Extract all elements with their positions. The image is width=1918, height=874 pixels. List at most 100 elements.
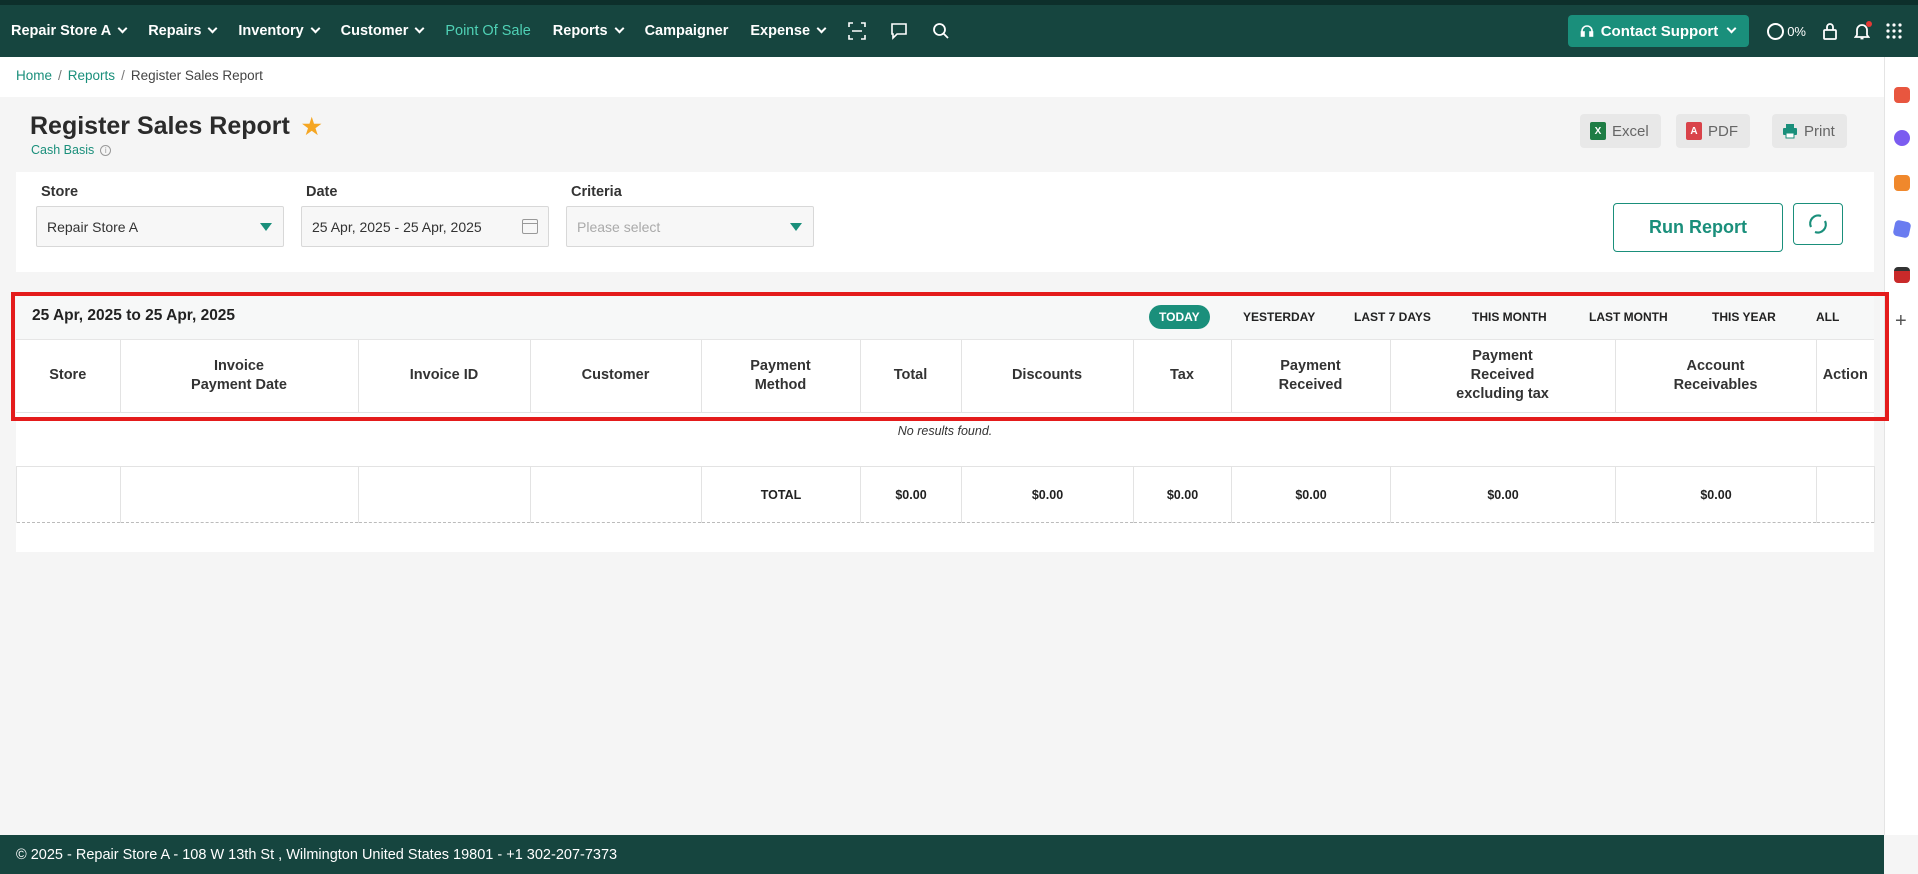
nav-repairs[interactable]: Repairs <box>148 23 218 39</box>
nav-label: Repair Store A <box>11 23 112 39</box>
nav-reports[interactable]: Reports <box>553 23 625 39</box>
top-navbar: Repair Store A Repairs Inventory Custome… <box>0 0 1918 57</box>
bell-icon[interactable] <box>1852 21 1872 41</box>
criteria-filter-label: Criteria <box>571 184 622 200</box>
lock-icon[interactable] <box>1820 21 1840 41</box>
filter-this-year[interactable]: THIS YEAR <box>1702 305 1786 329</box>
totals-cell <box>120 466 359 523</box>
nav-expense[interactable]: Expense <box>750 23 827 39</box>
caret-down-icon <box>260 223 272 231</box>
export-pdf-button[interactable]: A PDF <box>1676 114 1750 148</box>
chevron-down-icon <box>414 23 425 34</box>
contact-support-button[interactable]: Contact Support <box>1567 15 1750 47</box>
right-side-rail: + <box>1884 57 1918 835</box>
chevron-down-icon <box>816 23 827 34</box>
totals-table: TOTAL $0.00 $0.00 $0.00 $0.00 $0.00 $0.0… <box>16 466 1875 523</box>
report-card: 25 Apr, 2025 to 25 Apr, 2025 TODAY YESTE… <box>16 296 1875 552</box>
favorite-star-icon[interactable]: ★ <box>302 114 322 140</box>
progress-label: 0% <box>1787 23 1806 39</box>
info-icon[interactable]: i <box>100 144 112 156</box>
filter-yesterday[interactable]: YESTERDAY <box>1233 305 1325 329</box>
nav-label: Expense <box>750 23 811 39</box>
contact-support-label: Contact Support <box>1600 22 1719 40</box>
totals-cell <box>16 466 121 523</box>
filter-this-month[interactable]: THIS MONTH <box>1462 305 1557 329</box>
date-filter-label: Date <box>306 184 338 200</box>
breadcrumb-reports[interactable]: Reports <box>68 68 115 83</box>
print-button[interactable]: Print <box>1772 114 1847 148</box>
date-range-input[interactable]: 25 Apr, 2025 - 25 Apr, 2025 <box>301 206 549 247</box>
nav-right-tools: Contact Support 0% <box>1567 5 1918 57</box>
store-select-value: Repair Store A <box>47 218 139 235</box>
nav-label: Inventory <box>238 23 304 39</box>
wallet-icon[interactable] <box>1894 267 1910 283</box>
tax-amount: $0.00 <box>1133 466 1232 523</box>
refresh-icon <box>1809 214 1827 234</box>
run-report-label: Run Report <box>1649 217 1747 237</box>
nav-customer[interactable]: Customer <box>341 23 425 39</box>
nav-store-switcher[interactable]: Repair Store A <box>11 23 128 39</box>
nav-point-of-sale[interactable]: Point Of Sale <box>445 23 530 39</box>
nav-label: Repairs <box>148 23 202 39</box>
column-header-discounts[interactable]: Discounts <box>961 340 1134 413</box>
breadcrumb-bar <box>0 57 1884 97</box>
column-header-invoice-id[interactable]: Invoice ID <box>358 340 531 413</box>
scan-icon[interactable] <box>847 21 867 41</box>
filter-last-7-days[interactable]: LAST 7 DAYS <box>1344 305 1441 329</box>
chat-bubble-icon[interactable] <box>1894 130 1910 146</box>
column-header-payment-method[interactable]: Payment Method <box>701 340 861 413</box>
column-header-payment-received-excl-tax[interactable]: Payment Received excluding tax <box>1390 340 1616 413</box>
main-nav: Repair Store A Repairs Inventory Custome… <box>0 5 973 57</box>
column-header-invoice-payment-date[interactable]: Invoice Payment Date <box>120 340 359 413</box>
breadcrumb-home[interactable]: Home <box>16 68 52 83</box>
criteria-select[interactable]: Please select <box>566 206 814 247</box>
report-date-range: 25 Apr, 2025 to 25 Apr, 2025 <box>32 307 236 324</box>
totals-row: TOTAL $0.00 $0.00 $0.00 $0.00 $0.00 $0.0… <box>16 466 1875 523</box>
print-label: Print <box>1804 122 1835 140</box>
filter-all[interactable]: ALL <box>1806 305 1849 329</box>
table-header-row: Store Invoice Payment Date Invoice ID Cu… <box>16 340 1874 413</box>
chevron-down-icon <box>310 23 321 34</box>
note-icon[interactable] <box>1894 175 1910 191</box>
pdf-label: PDF <box>1708 122 1738 140</box>
chat-icon[interactable] <box>889 21 909 41</box>
cards-icon[interactable] <box>1892 219 1912 239</box>
totals-cell <box>358 466 531 523</box>
totals-cell <box>530 466 702 523</box>
caret-down-icon <box>790 223 802 231</box>
column-header-customer[interactable]: Customer <box>530 340 702 413</box>
column-header-payment-received[interactable]: Payment Received <box>1231 340 1391 413</box>
column-header-store[interactable]: Store <box>16 340 121 413</box>
store-select[interactable]: Repair Store A <box>36 206 284 247</box>
breadcrumb-separator: / <box>58 68 62 83</box>
pdf-icon: A <box>1686 122 1702 140</box>
nav-inventory[interactable]: Inventory <box>238 23 321 39</box>
progress-indicator[interactable]: 0% <box>1767 22 1806 40</box>
nav-campaigner[interactable]: Campaigner <box>645 23 729 39</box>
apps-grid-icon[interactable] <box>1884 21 1904 41</box>
column-header-tax[interactable]: Tax <box>1133 340 1232 413</box>
excel-label: Excel <box>1612 122 1649 140</box>
gift-icon[interactable] <box>1894 87 1910 103</box>
nav-label: Point Of Sale <box>445 23 531 39</box>
column-header-account-receivables[interactable]: Account Receivables <box>1615 340 1817 413</box>
no-results-message: No results found. <box>897 424 993 438</box>
search-icon[interactable] <box>931 21 951 41</box>
filter-last-month[interactable]: LAST MONTH <box>1579 305 1678 329</box>
report-table: Store Invoice Payment Date Invoice ID Cu… <box>16 340 1874 413</box>
export-excel-button[interactable]: X Excel <box>1580 114 1661 148</box>
filter-today[interactable]: TODAY <box>1149 305 1210 329</box>
nav-label: Campaigner <box>644 23 729 39</box>
run-report-button[interactable]: Run Report <box>1613 203 1783 252</box>
column-header-total[interactable]: Total <box>860 340 962 413</box>
calendar-icon <box>522 219 538 234</box>
plus-icon[interactable]: + <box>1895 311 1907 331</box>
page-title: Register Sales Report ★ <box>30 112 322 141</box>
headset-icon <box>1580 25 1594 37</box>
chevron-down-icon <box>614 23 625 34</box>
payment-received-excl-tax-amount: $0.00 <box>1390 466 1616 523</box>
refresh-button[interactable] <box>1793 203 1843 245</box>
breadcrumb-current: Register Sales Report <box>130 68 263 83</box>
chevron-down-icon <box>1726 23 1737 34</box>
criteria-placeholder: Please select <box>577 218 661 235</box>
